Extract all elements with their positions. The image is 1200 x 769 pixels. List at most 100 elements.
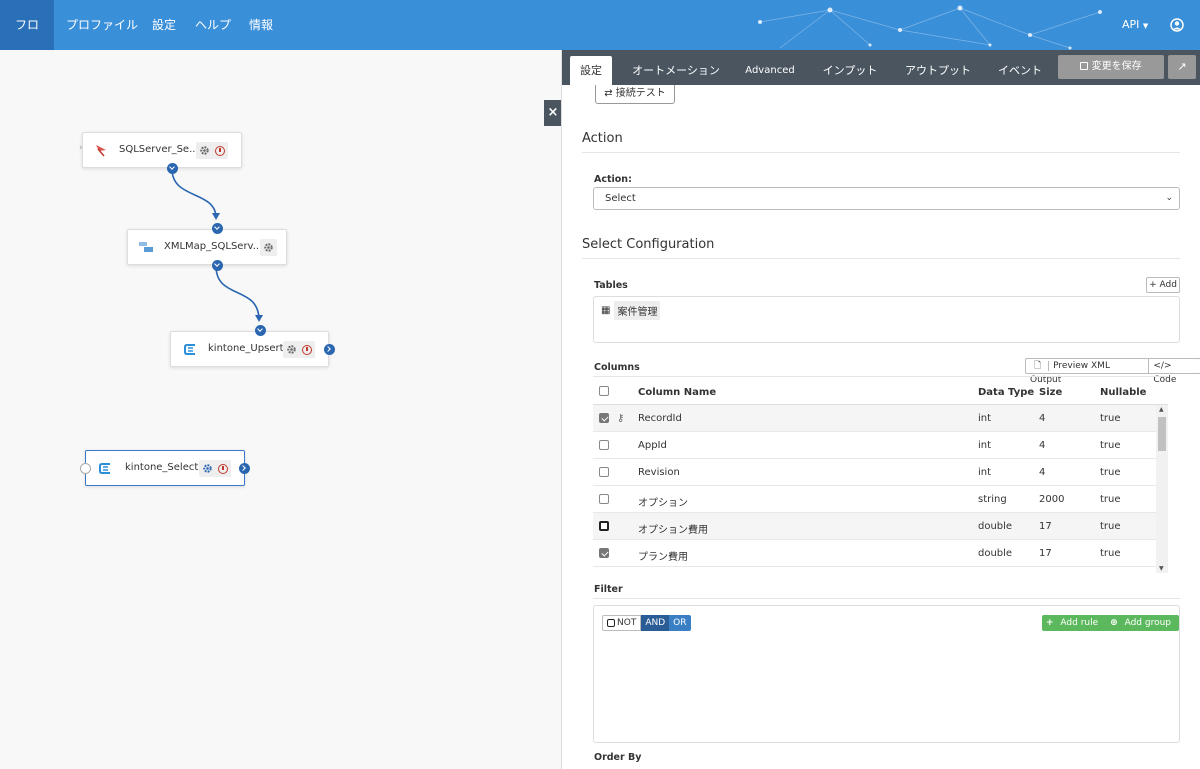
external-link-button[interactable]: ↗: [1168, 55, 1196, 79]
table-row[interactable]: ⚷ RecordId int 4 true: [593, 405, 1168, 432]
gear-icon[interactable]: [202, 463, 213, 474]
cell-size: 4: [1039, 440, 1046, 451]
scroll-down-icon[interactable]: ▼: [1159, 565, 1164, 572]
cell-size: 4: [1039, 467, 1046, 478]
header-size: Size: [1039, 387, 1063, 398]
tab-events[interactable]: イベント: [990, 56, 1050, 85]
schedule-icon[interactable]: [215, 145, 225, 156]
columns-label: Columns: [594, 362, 640, 373]
checkbox-icon: [607, 619, 615, 627]
add-group-label: Add group: [1124, 618, 1172, 628]
and-button[interactable]: AND: [641, 615, 670, 631]
input-port[interactable]: [255, 325, 266, 336]
flow-node-xmlmap[interactable]: XMLMap_SQLServ...: [127, 223, 287, 271]
flow-node-sqlserver[interactable]: › SQLServer_Se...: [79, 132, 242, 174]
user-circle-icon[interactable]: [1170, 18, 1184, 32]
cell-column-name: RecordId: [638, 413, 682, 424]
table-chip[interactable]: ▦ 案件管理: [601, 301, 661, 320]
connection-test-button[interactable]: ⇄ 接続テスト: [595, 85, 675, 104]
xmlmap-icon: [139, 242, 153, 252]
output-port[interactable]: [324, 344, 335, 355]
nav-help[interactable]: ヘルプ: [183, 0, 243, 50]
input-port[interactable]: [212, 223, 223, 234]
divider: [593, 598, 1180, 599]
row-checkbox[interactable]: [599, 548, 609, 558]
cell-column-name: プラン費用: [638, 552, 688, 563]
code-button[interactable]: </> Code: [1148, 359, 1200, 385]
gear-icon[interactable]: [286, 344, 297, 355]
divider: [593, 376, 1168, 377]
row-checkbox[interactable]: [599, 467, 609, 477]
cell-column-name: オプション: [638, 498, 688, 509]
gear-icon[interactable]: [199, 145, 210, 156]
table-name: 案件管理: [614, 301, 661, 320]
save-label: 変更を保存: [1091, 61, 1142, 72]
tab-input[interactable]: インプット: [814, 56, 886, 85]
gear-icon[interactable]: [263, 242, 274, 253]
tab-advanced[interactable]: Advanced: [738, 56, 802, 85]
api-menu[interactable]: API ▼: [1122, 0, 1148, 50]
scroll-thumb[interactable]: [1158, 417, 1166, 451]
output-port[interactable]: [239, 463, 250, 474]
top-navbar: フロー プロファイル 設定 ヘルプ 情報 API ▼: [0, 0, 1200, 50]
caret-down-icon: ▼: [1142, 22, 1149, 30]
columns-scrollbar[interactable]: ▲ ▼: [1156, 405, 1168, 573]
row-checkbox[interactable]: [599, 440, 609, 450]
preview-xml-button[interactable]: 🗋 Preview XML Output: [1026, 359, 1148, 385]
cell-column-name: Revision: [638, 467, 680, 478]
tab-output[interactable]: アウトプット: [898, 56, 978, 85]
node-label: XMLMap_SQLServ...: [164, 241, 263, 252]
key-icon: ⚷: [617, 413, 625, 424]
tab-bar: 設定 オートメーション Advanced インプット アウトプット イベント 変…: [562, 50, 1200, 85]
action-select[interactable]: Select ⌄: [593, 187, 1180, 210]
table-row[interactable]: オプション string 2000 true: [593, 486, 1168, 513]
tab-settings[interactable]: 設定: [570, 56, 612, 85]
cell-nullable: true: [1100, 548, 1121, 559]
add-table-button[interactable]: + Add: [1146, 277, 1180, 293]
node-controls: [199, 460, 231, 477]
table-row[interactable]: Revision int 4 true: [593, 459, 1168, 486]
flow-canvas[interactable]: › SQLServer_Se... XMLMap_SQLServ... kint…: [0, 50, 561, 769]
output-port[interactable]: [167, 163, 178, 174]
cell-size: 17: [1039, 521, 1052, 532]
header-column-name: Column Name: [638, 387, 717, 398]
nav-flow[interactable]: フロー: [0, 0, 54, 50]
schedule-icon[interactable]: [218, 463, 228, 474]
input-port[interactable]: [80, 463, 91, 474]
close-panel-button[interactable]: ×: [544, 100, 562, 126]
column-actions: 🗋 Preview XML Output </> Code: [1025, 358, 1200, 385]
add-group-button[interactable]: ⊕ Add group: [1106, 615, 1179, 631]
save-changes-button[interactable]: 変更を保存: [1058, 55, 1164, 79]
schedule-icon[interactable]: [302, 344, 312, 355]
tables-box: ▦ 案件管理: [593, 296, 1180, 343]
header-data-type: Data Type: [978, 387, 1035, 398]
filter-label: Filter: [594, 584, 623, 595]
row-checkbox[interactable]: [599, 521, 609, 531]
cell-data-type: int: [978, 440, 992, 451]
settings-panel: 設定 オートメーション Advanced インプット アウトプット イベント 変…: [561, 50, 1200, 769]
or-button[interactable]: OR: [669, 615, 691, 631]
table-row[interactable]: プラン費用 double 17 true: [593, 540, 1168, 567]
flow-node-kintone-select[interactable]: kintone_Select: [80, 450, 250, 486]
nav-settings[interactable]: 設定: [140, 0, 188, 50]
output-port[interactable]: [212, 260, 223, 271]
table-row[interactable]: AppId int 4 true: [593, 432, 1168, 459]
nav-profile[interactable]: プロファイル: [54, 0, 150, 50]
select-all-checkbox[interactable]: [599, 386, 609, 396]
cell-column-name: AppId: [638, 440, 667, 451]
table-row[interactable]: オプション費用 double 17 true: [593, 513, 1168, 540]
not-toggle[interactable]: NOT: [602, 615, 642, 631]
node-label: kintone_Upsert: [208, 343, 284, 354]
scroll-up-icon[interactable]: ▲: [1159, 406, 1164, 413]
add-rule-button[interactable]: + Add rule: [1042, 615, 1106, 631]
floppy-icon: [1080, 62, 1089, 70]
row-checkbox[interactable]: [599, 494, 609, 504]
tab-automation[interactable]: オートメーション: [622, 56, 730, 85]
flow-node-kintone-upsert[interactable]: kintone_Upsert: [170, 325, 335, 367]
input-chevron-icon: ›: [79, 143, 83, 153]
cell-size: 4: [1039, 413, 1046, 424]
kintone-icon: [184, 344, 195, 355]
nav-info[interactable]: 情報: [237, 0, 285, 50]
row-checkbox[interactable]: [599, 413, 609, 423]
node-label: kintone_Select: [125, 462, 199, 473]
